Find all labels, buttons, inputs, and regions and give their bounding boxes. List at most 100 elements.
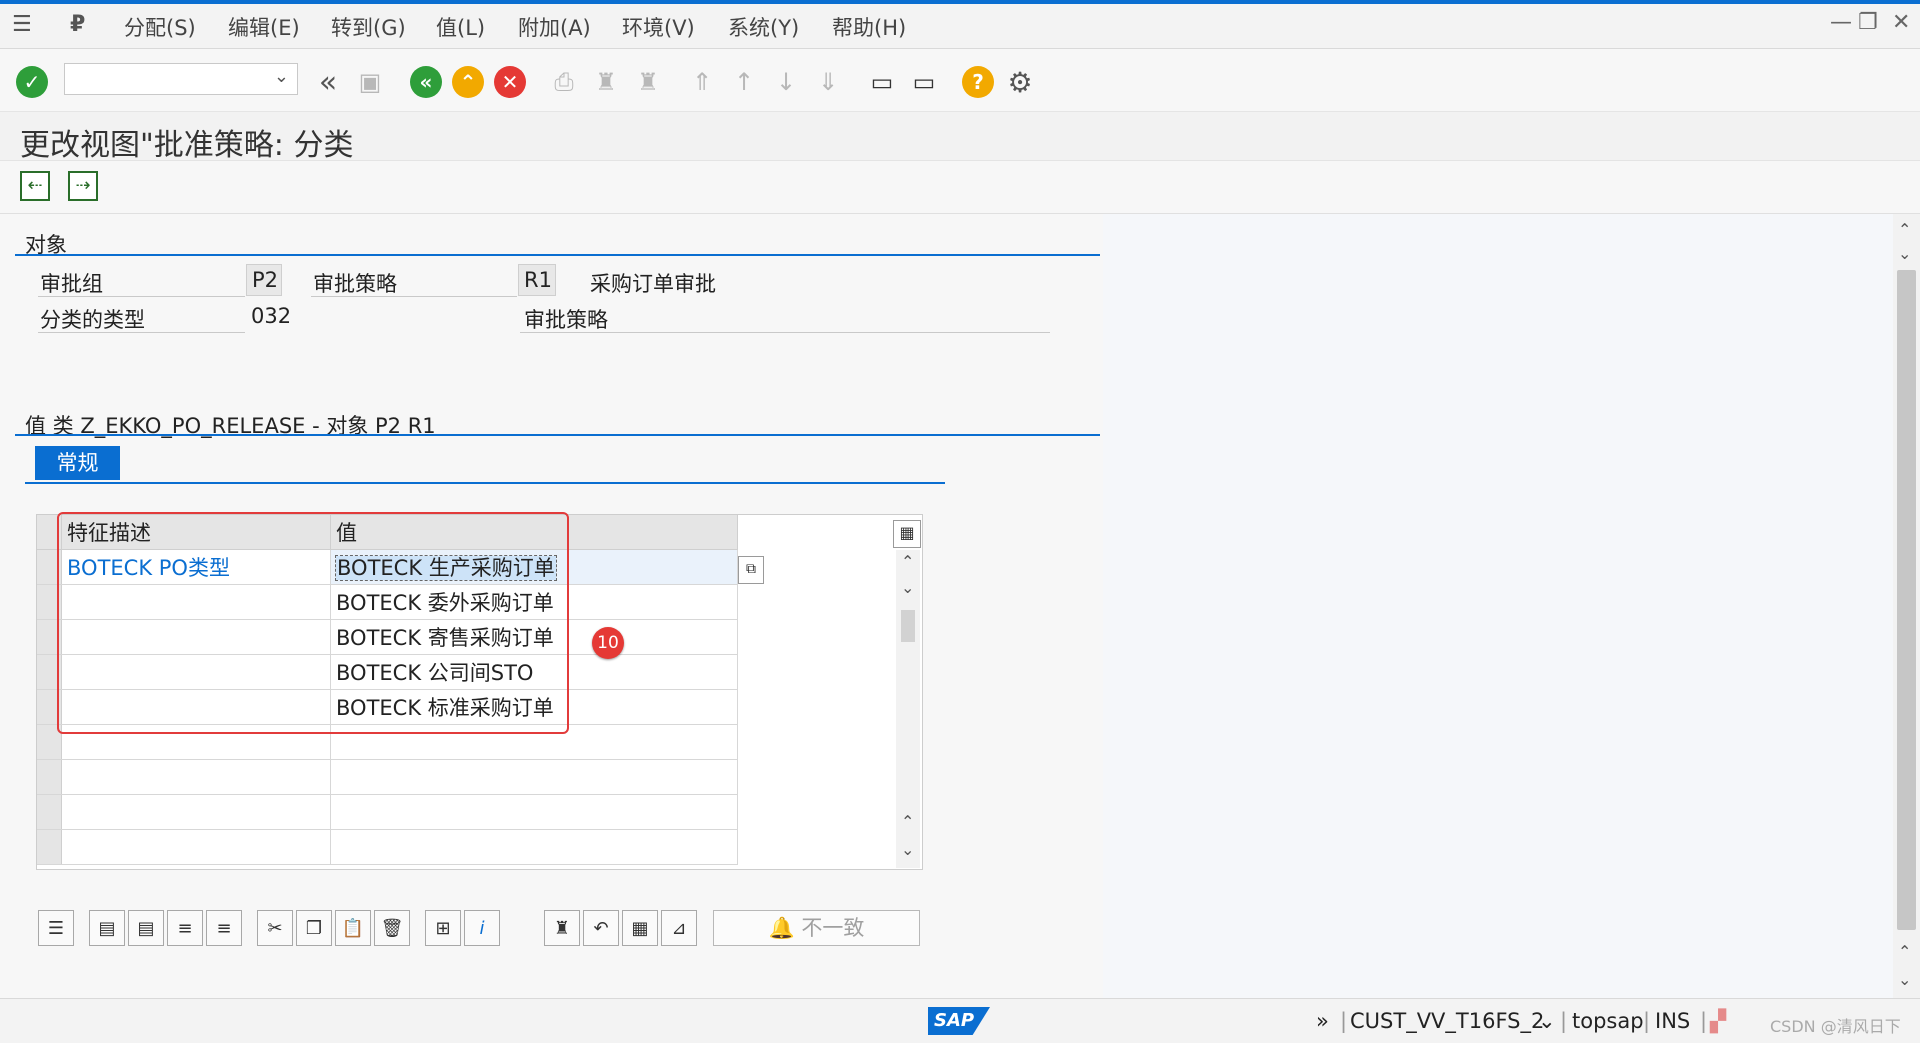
chevron-down-icon[interactable]: ⌄: [1538, 1009, 1556, 1033]
insert-row-icon[interactable]: ▤: [89, 910, 125, 946]
value-cell[interactable]: [330, 759, 738, 795]
last-page-icon[interactable]: ⇓: [812, 66, 844, 98]
find-icon[interactable]: ♜: [544, 910, 580, 946]
user-name: topsap: [1572, 1009, 1644, 1033]
info-icon[interactable]: i: [464, 910, 500, 946]
row-selector[interactable]: [37, 794, 62, 830]
sort-desc-icon[interactable]: ≡: [206, 910, 242, 946]
menu-icon[interactable]: ☰: [12, 12, 32, 37]
cancel-icon[interactable]: ✕: [494, 66, 526, 98]
copy-icon[interactable]: ❐: [296, 910, 332, 946]
step-badge: 10: [592, 627, 624, 659]
menu-bar: ☰ ₽ 分配(S) 编辑(E) 转到(G) 值(L) 附加(A) 环境(V) 系…: [0, 4, 1920, 49]
scroll-down-icon[interactable]: ⌄: [1898, 244, 1911, 263]
restore-button[interactable]: ❐: [1858, 10, 1878, 35]
page-up-icon[interactable]: ⌃: [901, 812, 914, 831]
table-scrollbar[interactable]: ⌃ ⌄ ⌃ ⌄: [896, 550, 920, 868]
approval-strategy-label-2: 审批策略: [524, 308, 608, 332]
tab-general[interactable]: 常规: [35, 446, 120, 480]
menu-edit[interactable]: 编辑(E): [228, 12, 300, 42]
next-entry-icon[interactable]: ⇢: [68, 171, 98, 201]
label-underline: [311, 296, 517, 297]
table-settings-icon[interactable]: ▦: [622, 910, 658, 946]
status-bar: SAP » | CUST_VV_T16FS_2 ⌄ | topsap | INS…: [0, 998, 1920, 1043]
label-underline: [38, 332, 245, 333]
cut-icon[interactable]: ✂: [257, 910, 293, 946]
graph-icon[interactable]: ⊿: [661, 910, 697, 946]
expand-status-icon[interactable]: »: [1316, 1009, 1329, 1033]
sap-logo: SAP: [928, 1007, 990, 1035]
command-field[interactable]: ⌄: [64, 63, 298, 95]
minimize-button[interactable]: —: [1830, 10, 1852, 35]
shortcut-icon[interactable]: ▭: [908, 66, 940, 98]
scroll-down-icon[interactable]: ⌄: [901, 578, 914, 597]
characteristic-cell[interactable]: [61, 794, 331, 830]
page-down-icon[interactable]: ⌄: [901, 840, 914, 859]
add-entry-icon[interactable]: ⊞: [425, 910, 461, 946]
scroll-up-icon[interactable]: ⌃: [1898, 220, 1911, 239]
menu-goto[interactable]: 转到(G): [331, 12, 406, 42]
separator: |: [1560, 1009, 1568, 1033]
row-selector[interactable]: [37, 759, 62, 795]
input-mode[interactable]: INS: [1655, 1009, 1690, 1033]
label-underline: [520, 332, 1050, 333]
chevron-down-icon[interactable]: ⌄: [274, 66, 289, 87]
value-cell[interactable]: [330, 829, 738, 865]
main-scroll-thumb[interactable]: [1897, 270, 1916, 930]
menu-assign[interactable]: 分配(S): [124, 12, 196, 42]
title-bar: 更改视图"批准策略: 分类: [0, 112, 1920, 163]
menu-help[interactable]: 帮助(H): [832, 12, 906, 42]
right-panel: [1103, 214, 1895, 998]
close-button[interactable]: ✕: [1892, 10, 1910, 35]
transaction-name[interactable]: CUST_VV_T16FS_2: [1350, 1009, 1544, 1033]
delete-row-icon[interactable]: ▤: [128, 910, 164, 946]
table-row[interactable]: [37, 794, 738, 830]
check-icon[interactable]: ✓: [16, 66, 48, 98]
main-scrollbar[interactable]: ⌃ ⌄ ⌃ ⌄: [1893, 214, 1920, 998]
separator: |: [1340, 1009, 1348, 1033]
table-row[interactable]: [37, 759, 738, 795]
tab-underline: [25, 482, 945, 484]
approval-group-field[interactable]: P2: [246, 264, 282, 296]
object-group-line: [15, 254, 1100, 256]
undo-icon[interactable]: ↶: [583, 910, 619, 946]
print-icon[interactable]: ⎙: [548, 66, 580, 98]
sort-asc-icon[interactable]: ≡: [167, 910, 203, 946]
first-page-icon[interactable]: ⇑: [686, 66, 718, 98]
page-up-icon[interactable]: ⌃: [1898, 942, 1911, 961]
find-next-icon[interactable]: ♜: [632, 66, 664, 98]
find-icon[interactable]: ♜: [590, 66, 622, 98]
characteristic-cell[interactable]: [61, 829, 331, 865]
inconsistent-button[interactable]: 🔔 不一致: [713, 910, 920, 946]
table-scroll-thumb[interactable]: [901, 610, 915, 642]
prev-page-icon[interactable]: ↑: [728, 66, 760, 98]
settings-icon[interactable]: ⚙: [1004, 66, 1036, 99]
exit-icon[interactable]: ⌃: [452, 66, 484, 98]
value-help-icon[interactable]: ⧉: [738, 556, 764, 584]
inconsistent-label: 不一致: [801, 916, 865, 940]
back-icon[interactable]: «: [410, 66, 442, 98]
menu-extras[interactable]: 附加(A): [518, 12, 591, 42]
trash-icon[interactable]: 🗑: [374, 910, 410, 946]
characteristic-cell[interactable]: [61, 759, 331, 795]
page-down-icon[interactable]: ⌄: [1898, 970, 1911, 989]
table-row[interactable]: [37, 829, 738, 865]
customize-icon[interactable]: ₽: [70, 12, 85, 37]
row-selector[interactable]: [37, 829, 62, 865]
save-icon[interactable]: ▣: [354, 66, 386, 98]
select-all-icon[interactable]: ☰: [38, 910, 74, 946]
help-icon[interactable]: ?: [962, 66, 994, 98]
previous-entry-icon[interactable]: ⇠: [20, 171, 50, 201]
scroll-up-icon[interactable]: ⌃: [901, 552, 914, 571]
next-page-icon[interactable]: ↓: [770, 66, 802, 98]
collapse-icon[interactable]: «: [312, 65, 344, 100]
menu-values[interactable]: 值(L): [436, 12, 485, 42]
new-session-icon[interactable]: ▭: [866, 66, 898, 98]
class-type-value: 032: [251, 304, 292, 328]
menu-environment[interactable]: 环境(V): [622, 12, 695, 42]
paste-icon[interactable]: 📋: [335, 910, 371, 946]
value-cell[interactable]: [330, 794, 738, 830]
approval-strategy-field[interactable]: R1: [518, 264, 556, 296]
column-config-icon[interactable]: ▦: [893, 520, 921, 548]
menu-system[interactable]: 系统(Y): [728, 12, 799, 42]
